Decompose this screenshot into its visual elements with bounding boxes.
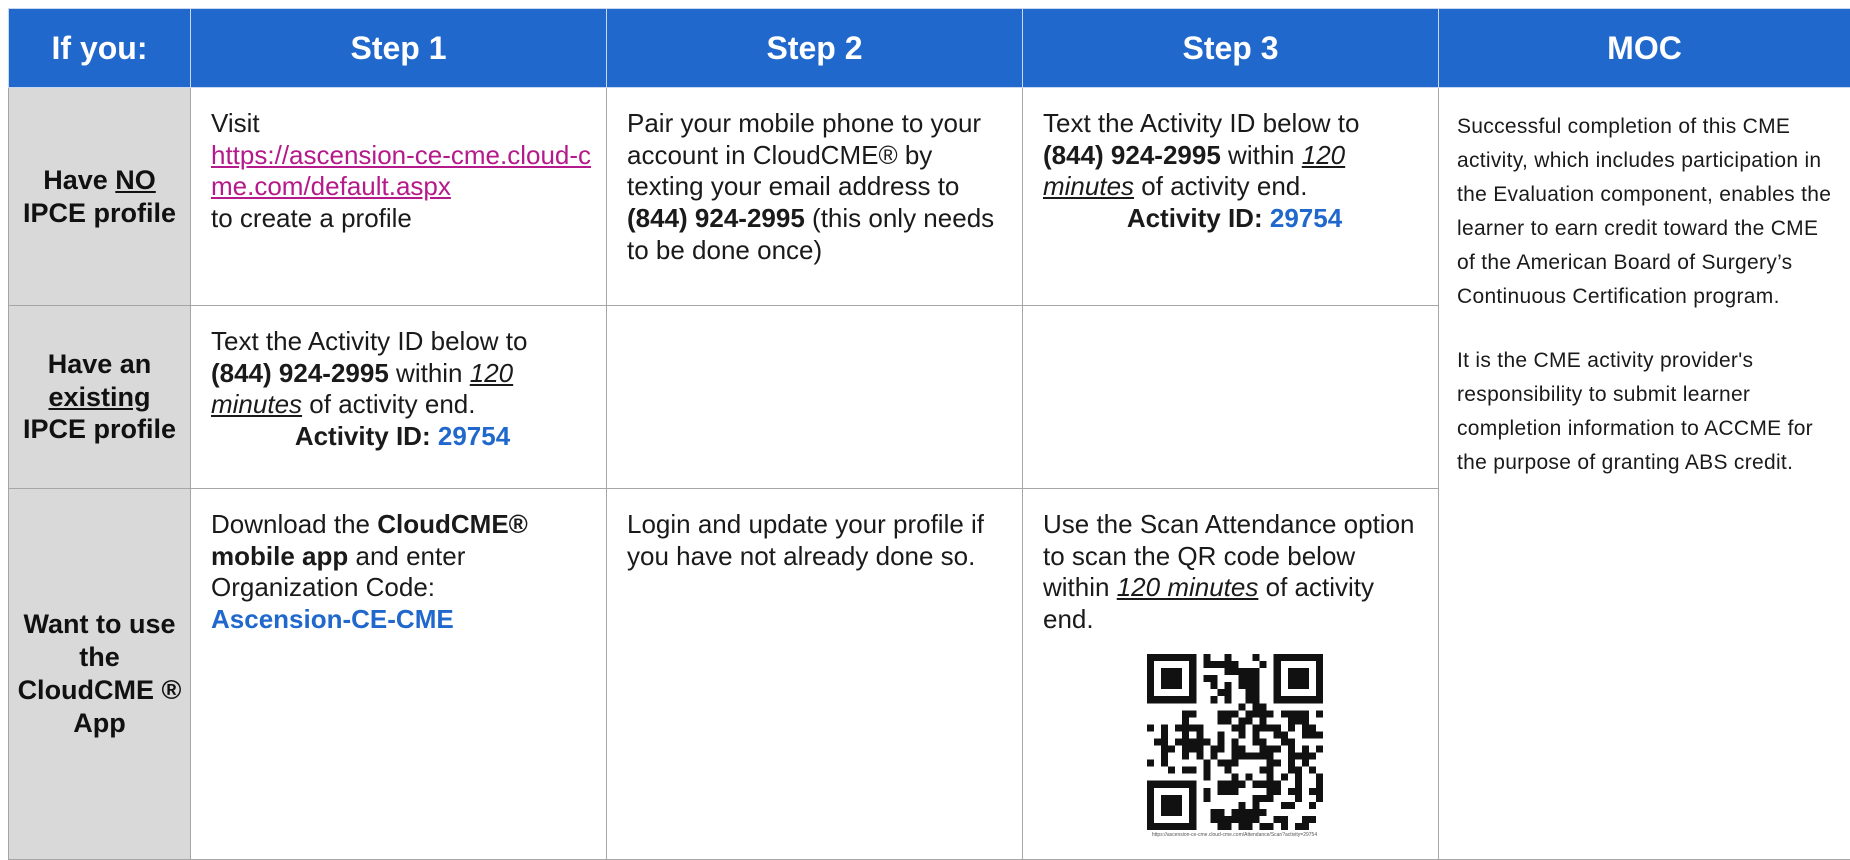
step-text: Visit — [211, 108, 260, 138]
step-text: to create a profile — [211, 203, 412, 233]
step-text: Text the Activity ID below to — [211, 326, 527, 356]
activity-id-label: Activity ID: — [295, 421, 431, 451]
no-profile-step-1: Visit https://ascension-ce-cme.cloud-cme… — [191, 88, 607, 306]
activity-id-value: 29754 — [438, 421, 510, 451]
qr-caption: https://ascension-ce-cme.cloud-cme.com/A… — [1043, 832, 1426, 838]
activity-id-value: 29754 — [1270, 203, 1342, 233]
existing-profile-step-1: Text the Activity ID below to (844) 924-… — [191, 306, 607, 489]
moc-paragraph-2: It is the CME activity provider's respon… — [1457, 344, 1836, 480]
phone-number: (844) 924-2995 — [211, 358, 389, 388]
app-step-1: Download the CloudCME® mobile app and en… — [191, 489, 607, 860]
step-text: Download the — [211, 509, 370, 539]
row-label-cloudcme-app: Want to use the CloudCME ® App — [9, 489, 191, 860]
time-limit: 120 minutes — [1117, 572, 1259, 602]
step-text: of activity end. — [309, 389, 475, 419]
step-text: within — [1228, 140, 1294, 170]
app-step-2: Login and update your profile if you hav… — [607, 489, 1023, 860]
moc-paragraph-1: Successful completion of this CME activi… — [1457, 110, 1836, 314]
moc-cell: Successful completion of this CME activi… — [1439, 88, 1850, 860]
existing-profile-step-2 — [607, 306, 1023, 489]
label-text: Want to use the CloudCME ® App — [9, 608, 190, 740]
phone-number: (844) 924-2995 — [627, 203, 805, 233]
no-profile-step-2: Pair your mobile phone to your account i… — [607, 88, 1023, 306]
row-label-existing-profile: Have anexistingIPCE profile — [9, 306, 191, 489]
label-suffix: IPCE profile — [23, 414, 176, 444]
row-label-no-profile: Have NOIPCE profile — [9, 88, 191, 306]
label-prefix: Have — [43, 165, 115, 195]
header-step-1: Step 1 — [191, 9, 607, 88]
no-profile-step-3: Text the Activity ID below to (844) 924-… — [1023, 88, 1439, 306]
step-text: Login and update your profile if you hav… — [627, 509, 984, 571]
label-underlined: existing — [48, 382, 150, 412]
qr-code[interactable] — [1147, 654, 1323, 830]
instructions-table: If you: Step 1 Step 2 Step 3 MOC Have NO… — [8, 8, 1850, 860]
phone-number: (844) 924-2995 — [1043, 140, 1221, 170]
row-no-profile: Have NOIPCE profile Visit https://ascens… — [9, 88, 1850, 306]
qr-code-block: https://ascension-ce-cme.cloud-cme.com/A… — [1043, 654, 1426, 838]
organization-code: Ascension-CE-CME — [211, 604, 454, 634]
header-step-3: Step 3 — [1023, 9, 1439, 88]
label-prefix: Have an — [48, 349, 152, 379]
step-text: of activity end. — [1141, 171, 1307, 201]
header-moc: MOC — [1439, 9, 1850, 88]
label-suffix: IPCE profile — [23, 198, 176, 228]
create-profile-link[interactable]: https://ascension-ce-cme.cloud-cme.com/d… — [211, 140, 591, 202]
step-text: Pair your mobile phone to your account i… — [627, 108, 981, 201]
existing-profile-step-3 — [1023, 306, 1439, 489]
step-text: Text the Activity ID below to — [1043, 108, 1359, 138]
header-if-you: If you: — [9, 9, 191, 88]
header-row: If you: Step 1 Step 2 Step 3 MOC — [9, 9, 1850, 88]
activity-id-label: Activity ID: — [1127, 203, 1263, 233]
app-step-3: Use the Scan Attendance option to scan t… — [1023, 489, 1439, 860]
label-underlined: NO — [115, 165, 156, 195]
header-step-2: Step 2 — [607, 9, 1023, 88]
step-text: within — [396, 358, 462, 388]
